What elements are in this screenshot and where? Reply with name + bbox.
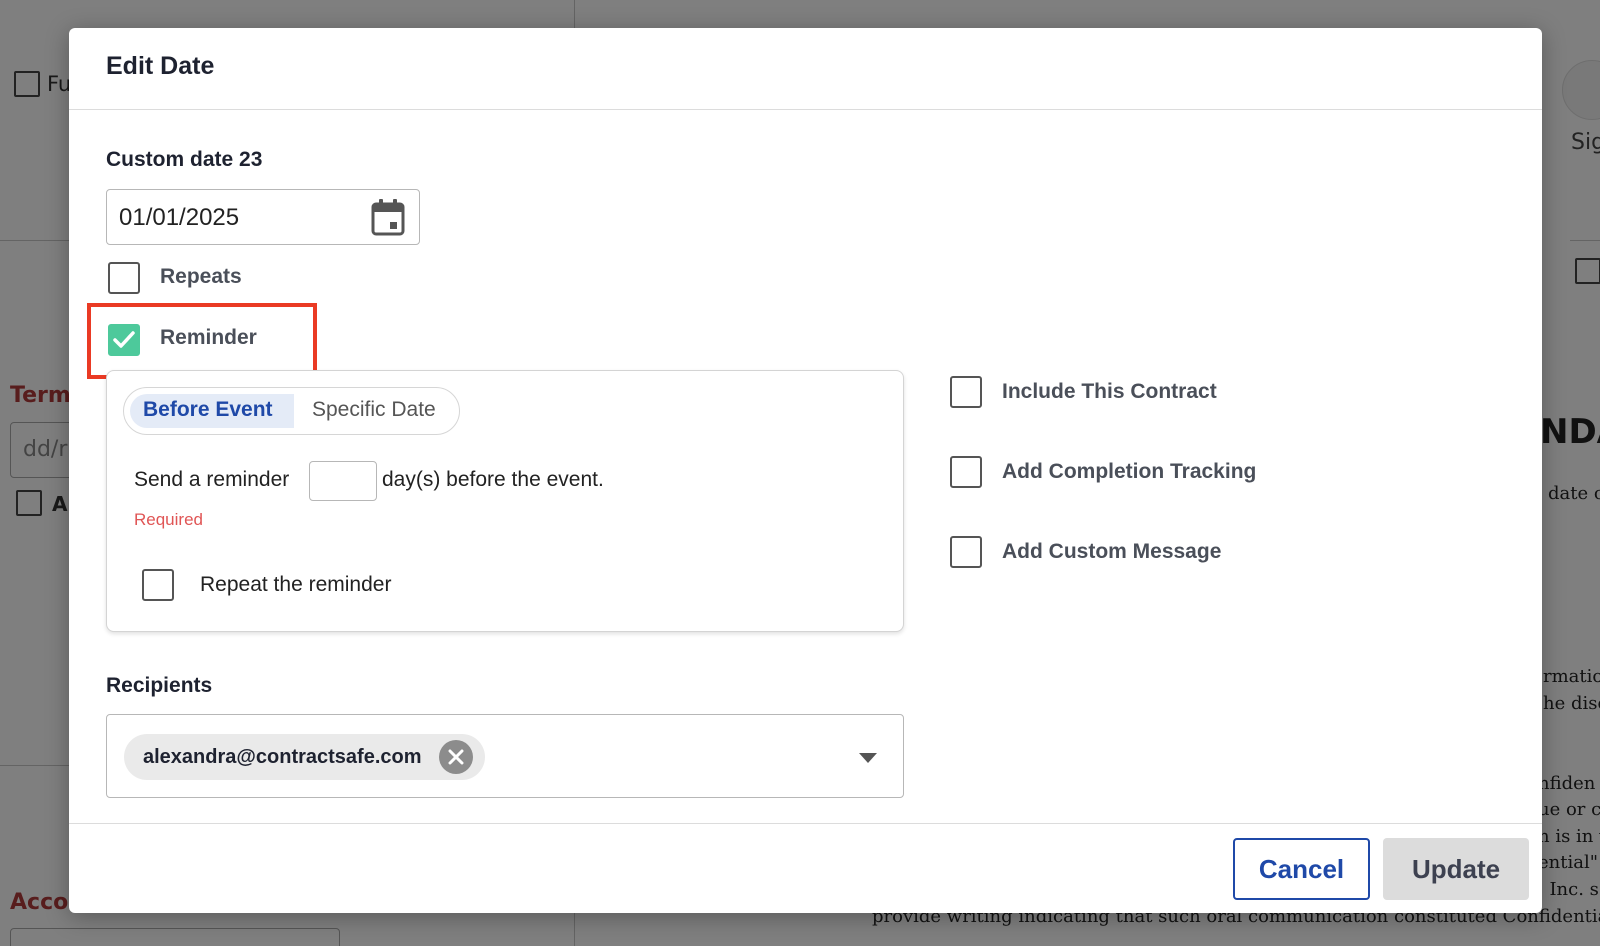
update-button[interactable]: Update	[1383, 838, 1529, 900]
remove-recipient-button[interactable]	[439, 740, 473, 774]
include-contract-label: Include This Contract	[1002, 380, 1217, 403]
custom-message-checkbox[interactable]	[950, 536, 982, 568]
repeats-label: Repeats	[160, 265, 242, 288]
modal-header: Edit Date	[69, 28, 1542, 110]
reminder-checkbox[interactable]	[108, 324, 140, 356]
calendar-icon[interactable]	[371, 198, 405, 236]
recipients-select[interactable]: alexandra@contractsafe.com	[106, 714, 904, 798]
custom-date-input[interactable]: 01/01/2025	[106, 189, 420, 245]
send-reminder-prefix: Send a reminder	[134, 468, 290, 491]
cancel-button[interactable]: Cancel	[1233, 838, 1370, 900]
chevron-down-icon[interactable]	[859, 753, 877, 763]
recipients-label: Recipients	[106, 674, 213, 697]
repeat-reminder-checkbox[interactable]	[142, 569, 174, 601]
repeats-checkbox[interactable]	[108, 262, 140, 294]
reminder-label: Reminder	[160, 326, 257, 349]
days-before-input[interactable]	[309, 461, 377, 501]
send-reminder-suffix: day(s) before the event.	[382, 468, 604, 491]
repeat-reminder-label: Repeat the reminder	[200, 573, 392, 596]
reminder-panel: Before Event Specific Date Send a remind…	[106, 370, 904, 632]
completion-tracking-checkbox[interactable]	[950, 456, 982, 488]
close-icon	[448, 749, 464, 765]
recipient-email: alexandra@contractsafe.com	[143, 746, 422, 768]
custom-date-value: 01/01/2025	[119, 204, 240, 231]
tab-specific-date[interactable]: Specific Date	[312, 398, 436, 422]
modal-footer-divider	[69, 823, 1542, 824]
completion-tracking-label: Add Completion Tracking	[1002, 460, 1257, 483]
tab-before-event-label[interactable]: Before Event	[143, 398, 273, 422]
include-contract-checkbox[interactable]	[950, 376, 982, 408]
custom-message-label: Add Custom Message	[1002, 540, 1222, 563]
recipient-chip: alexandra@contractsafe.com	[124, 734, 485, 780]
reminder-type-toggle: Before Event Specific Date	[123, 387, 460, 435]
checkmark-icon	[113, 331, 135, 348]
edit-date-modal: Edit Date Custom date 23 01/01/2025 Repe…	[69, 28, 1542, 913]
custom-date-label: Custom date 23	[106, 148, 263, 171]
modal-title: Edit Date	[106, 52, 215, 80]
required-error: Required	[134, 510, 203, 529]
